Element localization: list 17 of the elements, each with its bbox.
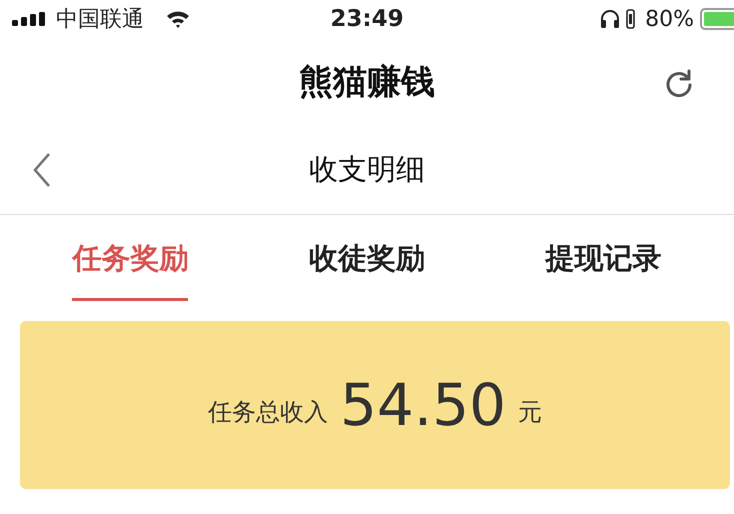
signal-icon <box>12 12 48 26</box>
wifi-icon <box>166 10 190 28</box>
status-time: 23:49 <box>329 6 405 32</box>
back-icon[interactable] <box>32 152 52 188</box>
battery-icon <box>700 8 734 30</box>
app-title: 熊猫赚钱 <box>299 61 435 104</box>
tab[interactable]: 提现记录 <box>546 215 662 301</box>
headphones-icon <box>600 9 620 29</box>
tab[interactable]: 任务奖励 <box>72 215 188 301</box>
summary-amount: 54.50 <box>340 371 506 439</box>
tab[interactable]: 收徒奖励 <box>309 215 425 301</box>
battery-percent: 80% <box>645 6 694 32</box>
summary-label: 任务总收入 <box>208 397 328 428</box>
page-title: 收支明细 <box>309 151 425 188</box>
currency-unit: 元 <box>518 397 542 428</box>
lock-icon <box>626 9 636 29</box>
carrier-name: 中国联通 <box>56 6 144 34</box>
